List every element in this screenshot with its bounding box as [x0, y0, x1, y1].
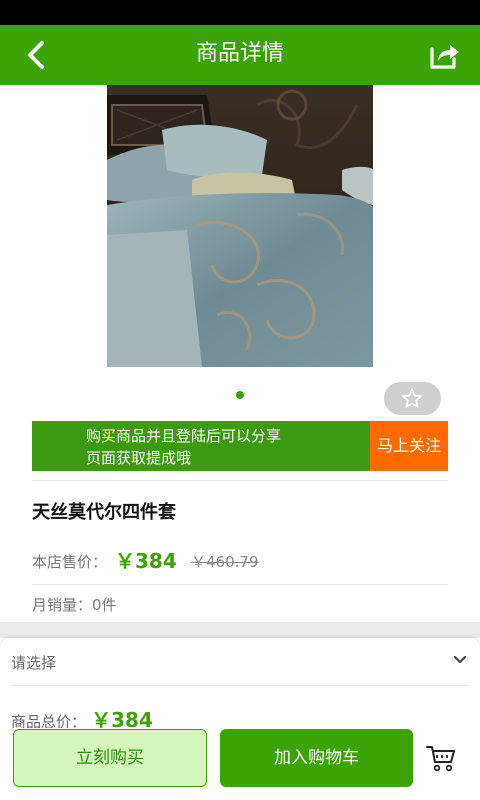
select-option-label[interactable]: 请选择 — [11, 652, 56, 673]
cart-icon[interactable] — [425, 742, 457, 774]
status-bar — [0, 0, 480, 25]
banner-line-2: 页面获取提成哦 — [86, 449, 192, 467]
subtotal: 商品总价： ￥384 — [11, 704, 153, 728]
share-button[interactable] — [426, 37, 462, 73]
divider — [11, 685, 469, 686]
current-price: ￥384 — [115, 549, 177, 573]
chevron-down-icon[interactable] — [452, 652, 468, 668]
subtotal-label: 商品总价： — [11, 713, 87, 728]
favorite-button[interactable] — [384, 382, 441, 415]
product-image[interactable] — [107, 85, 373, 367]
section-separator — [0, 622, 480, 638]
monthly-sales: 月销量：0件 — [32, 596, 117, 614]
divider — [32, 480, 448, 481]
add-to-cart-button[interactable]: 加入购物车 — [220, 729, 413, 787]
price-label: 本店售价： — [32, 553, 108, 571]
star-icon — [401, 388, 423, 408]
page-title: 商品详情 — [195, 41, 284, 66]
buy-now-button[interactable]: 立刻购买 — [13, 729, 207, 787]
carousel-indicator — [236, 391, 244, 399]
app-header: 商品详情 — [0, 25, 480, 85]
subtotal-value: ￥384 — [91, 708, 153, 728]
original-price: ￥460.79 — [191, 553, 259, 571]
product-name: 天丝莫代尔四件套 — [32, 502, 176, 523]
divider — [32, 584, 448, 585]
banner-line-1: 购买商品并且登陆后可以分享 — [86, 427, 282, 445]
follow-button[interactable]: 马上关注 — [370, 421, 448, 471]
share-icon — [430, 45, 459, 69]
